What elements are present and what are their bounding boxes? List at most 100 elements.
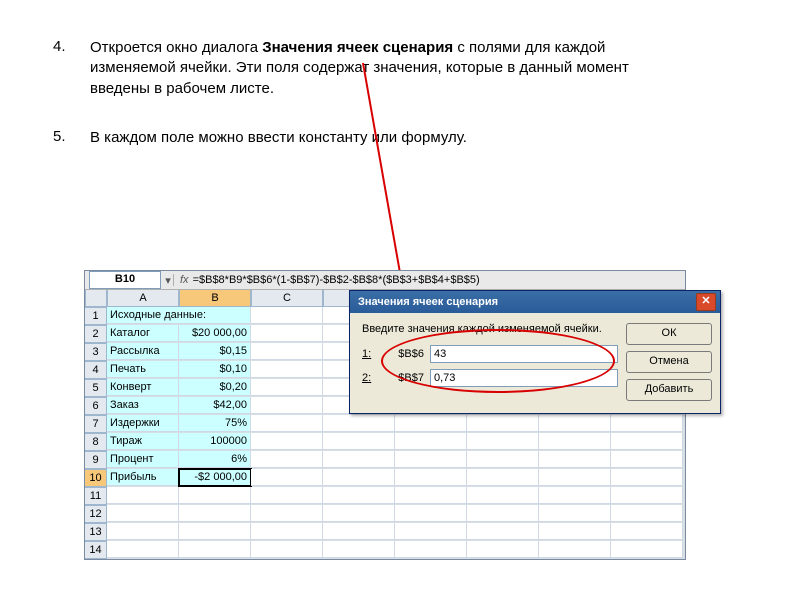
cell-A9[interactable]: Процент [107, 451, 179, 468]
cell-C5[interactable] [251, 379, 323, 396]
cell-H9[interactable] [611, 451, 683, 468]
row-13[interactable]: 13 [85, 523, 107, 541]
cell-H8[interactable] [611, 433, 683, 450]
cell-C3[interactable] [251, 343, 323, 360]
row2-input[interactable] [430, 369, 618, 387]
cell-E9[interactable] [395, 451, 467, 468]
cell-C11[interactable] [251, 487, 323, 504]
cell-E12[interactable] [395, 505, 467, 522]
cell-F9[interactable] [467, 451, 539, 468]
row-1[interactable]: 1 [85, 307, 107, 325]
cell-G14[interactable] [539, 541, 611, 558]
col-C[interactable]: C [251, 290, 323, 307]
cell-F12[interactable] [467, 505, 539, 522]
cell-B12[interactable] [179, 505, 251, 522]
cell-F10[interactable] [467, 469, 539, 486]
cell-B10[interactable]: -$2 000,00 [179, 469, 251, 486]
cell-A2[interactable]: Каталог [107, 325, 179, 342]
cell-E10[interactable] [395, 469, 467, 486]
cell-B6[interactable]: $42,00 [179, 397, 251, 414]
cell-A1[interactable]: Исходные данные: [107, 307, 251, 324]
name-box[interactable]: B10 [89, 271, 161, 289]
cell-B9[interactable]: 6% [179, 451, 251, 468]
row-9[interactable]: 9 [85, 451, 107, 469]
row-14[interactable]: 14 [85, 541, 107, 559]
cell-A13[interactable] [107, 523, 179, 540]
cell-C7[interactable] [251, 415, 323, 432]
row-2[interactable]: 2 [85, 325, 107, 343]
cell-C1[interactable] [251, 307, 323, 324]
cell-B7[interactable]: 75% [179, 415, 251, 432]
row-4[interactable]: 4 [85, 361, 107, 379]
cell-B11[interactable] [179, 487, 251, 504]
cell-D12[interactable] [323, 505, 395, 522]
cell-B4[interactable]: $0,10 [179, 361, 251, 378]
cell-C12[interactable] [251, 505, 323, 522]
cell-C4[interactable] [251, 361, 323, 378]
cell-H7[interactable] [611, 415, 683, 432]
cell-C9[interactable] [251, 451, 323, 468]
cell-H11[interactable] [611, 487, 683, 504]
cell-A12[interactable] [107, 505, 179, 522]
cell-F7[interactable] [467, 415, 539, 432]
dialog-titlebar[interactable]: Значения ячеек сценария ✕ [350, 291, 720, 313]
cell-A6[interactable]: Заказ [107, 397, 179, 414]
row-12[interactable]: 12 [85, 505, 107, 523]
add-button[interactable]: Добавить [626, 379, 712, 401]
cell-D7[interactable] [323, 415, 395, 432]
cell-D8[interactable] [323, 433, 395, 450]
col-B[interactable]: B [179, 290, 251, 307]
cell-E11[interactable] [395, 487, 467, 504]
cell-A10[interactable]: Прибыль [107, 469, 179, 486]
cell-H13[interactable] [611, 523, 683, 540]
cell-C13[interactable] [251, 523, 323, 540]
cell-A3[interactable]: Рассылка [107, 343, 179, 360]
cell-B3[interactable]: $0,15 [179, 343, 251, 360]
cell-G11[interactable] [539, 487, 611, 504]
cell-G12[interactable] [539, 505, 611, 522]
dropdown-icon[interactable]: ▾ [163, 274, 173, 287]
cell-C14[interactable] [251, 541, 323, 558]
row-7[interactable]: 7 [85, 415, 107, 433]
cell-A5[interactable]: Конверт [107, 379, 179, 396]
cell-C10[interactable] [251, 469, 323, 486]
cell-H12[interactable] [611, 505, 683, 522]
cell-C8[interactable] [251, 433, 323, 450]
cell-D13[interactable] [323, 523, 395, 540]
cell-G7[interactable] [539, 415, 611, 432]
cell-F13[interactable] [467, 523, 539, 540]
close-icon[interactable]: ✕ [696, 293, 716, 311]
cell-F11[interactable] [467, 487, 539, 504]
cell-D11[interactable] [323, 487, 395, 504]
cell-D10[interactable] [323, 469, 395, 486]
cell-G9[interactable] [539, 451, 611, 468]
cell-A11[interactable] [107, 487, 179, 504]
cell-B14[interactable] [179, 541, 251, 558]
cell-F14[interactable] [467, 541, 539, 558]
cell-E8[interactable] [395, 433, 467, 450]
col-A[interactable]: A [107, 290, 179, 307]
cell-C6[interactable] [251, 397, 323, 414]
cell-G8[interactable] [539, 433, 611, 450]
cell-B5[interactable]: $0,20 [179, 379, 251, 396]
cell-A4[interactable]: Печать [107, 361, 179, 378]
formula-field[interactable]: fx =$B$8*B9*$B$6*(1-$B$7)-$B$2-$B$8*($B$… [173, 274, 685, 286]
cell-D14[interactable] [323, 541, 395, 558]
cell-G10[interactable] [539, 469, 611, 486]
cell-F8[interactable] [467, 433, 539, 450]
cell-B13[interactable] [179, 523, 251, 540]
cell-D9[interactable] [323, 451, 395, 468]
cell-A14[interactable] [107, 541, 179, 558]
cell-B2[interactable]: $20 000,00 [179, 325, 251, 342]
cell-G13[interactable] [539, 523, 611, 540]
cell-B8[interactable]: 100000 [179, 433, 251, 450]
row-10[interactable]: 10 [85, 469, 107, 487]
cell-H10[interactable] [611, 469, 683, 486]
cell-H14[interactable] [611, 541, 683, 558]
cell-C2[interactable] [251, 325, 323, 342]
row-6[interactable]: 6 [85, 397, 107, 415]
fx-icon[interactable]: fx [180, 274, 189, 286]
row-11[interactable]: 11 [85, 487, 107, 505]
row-8[interactable]: 8 [85, 433, 107, 451]
row1-input[interactable] [430, 345, 618, 363]
